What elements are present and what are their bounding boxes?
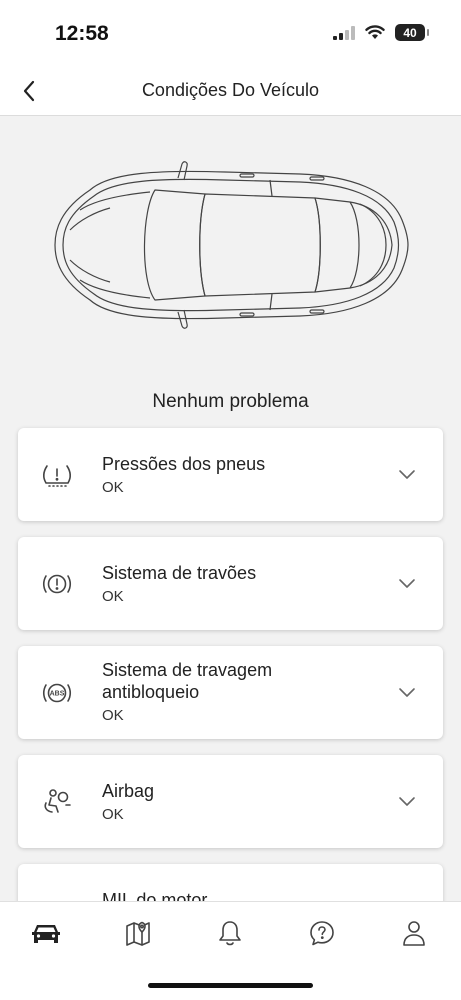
- card-title: Pressões dos pneus: [102, 454, 266, 474]
- help-icon: [310, 921, 334, 946]
- tire-pressure-icon: [43, 465, 71, 487]
- chevron-down-icon: [399, 797, 415, 806]
- svg-text:ABS: ABS: [50, 691, 65, 698]
- card-status: OK: [102, 588, 124, 605]
- bell-icon: [219, 921, 241, 946]
- condition-card-brake-system[interactable]: Sistema de travões OK: [18, 537, 443, 630]
- condition-card-airbag[interactable]: Airbag OK: [18, 755, 443, 848]
- tab-help[interactable]: [305, 916, 339, 950]
- card-title: Sistema de travões: [102, 563, 257, 583]
- abs-icon: ABS: [42, 683, 72, 703]
- wifi-icon: [365, 25, 385, 39]
- tab-vehicle[interactable]: [29, 916, 63, 950]
- chevron-down-icon: [399, 579, 415, 588]
- nav-header: Condições Do Veículo: [0, 68, 461, 116]
- brake-warning-icon: [42, 574, 72, 594]
- tab-profile[interactable]: [397, 916, 431, 950]
- condition-card-tire-pressure[interactable]: Pressões dos pneus OK: [18, 428, 443, 521]
- tab-notifications[interactable]: [213, 916, 247, 950]
- battery-icon: 40: [395, 24, 429, 41]
- car-top-view-image: [50, 150, 410, 340]
- card-title-line: antibloqueio: [102, 682, 200, 702]
- card-title: Sistema de travagem antibloqueio: [102, 659, 272, 703]
- card-status: OK: [102, 806, 124, 823]
- car-icon: [32, 925, 60, 943]
- condition-card-abs[interactable]: ABS Sistema de travagem antibloqueio OK: [18, 646, 443, 739]
- chevron-down-icon: [399, 470, 415, 479]
- home-indicator: [148, 983, 313, 988]
- status-bar: 12:58 40: [0, 0, 461, 68]
- card-title-line: Sistema de travagem: [102, 660, 273, 680]
- profile-icon: [403, 921, 425, 946]
- status-time: 12:58: [55, 22, 109, 45]
- card-status: OK: [102, 479, 124, 496]
- map-icon: [126, 921, 150, 946]
- page-title: Condições Do Veículo: [141, 80, 320, 100]
- signal-icon: [333, 25, 355, 40]
- tab-map[interactable]: [121, 916, 155, 950]
- airbag-icon: [44, 789, 71, 813]
- chevron-down-icon: [399, 688, 415, 697]
- status-icons: 40: [333, 24, 429, 41]
- vehicle-status-summary: Nenhum problema: [152, 391, 309, 412]
- card-title: Airbag: [102, 781, 155, 801]
- card-status: OK: [102, 707, 124, 724]
